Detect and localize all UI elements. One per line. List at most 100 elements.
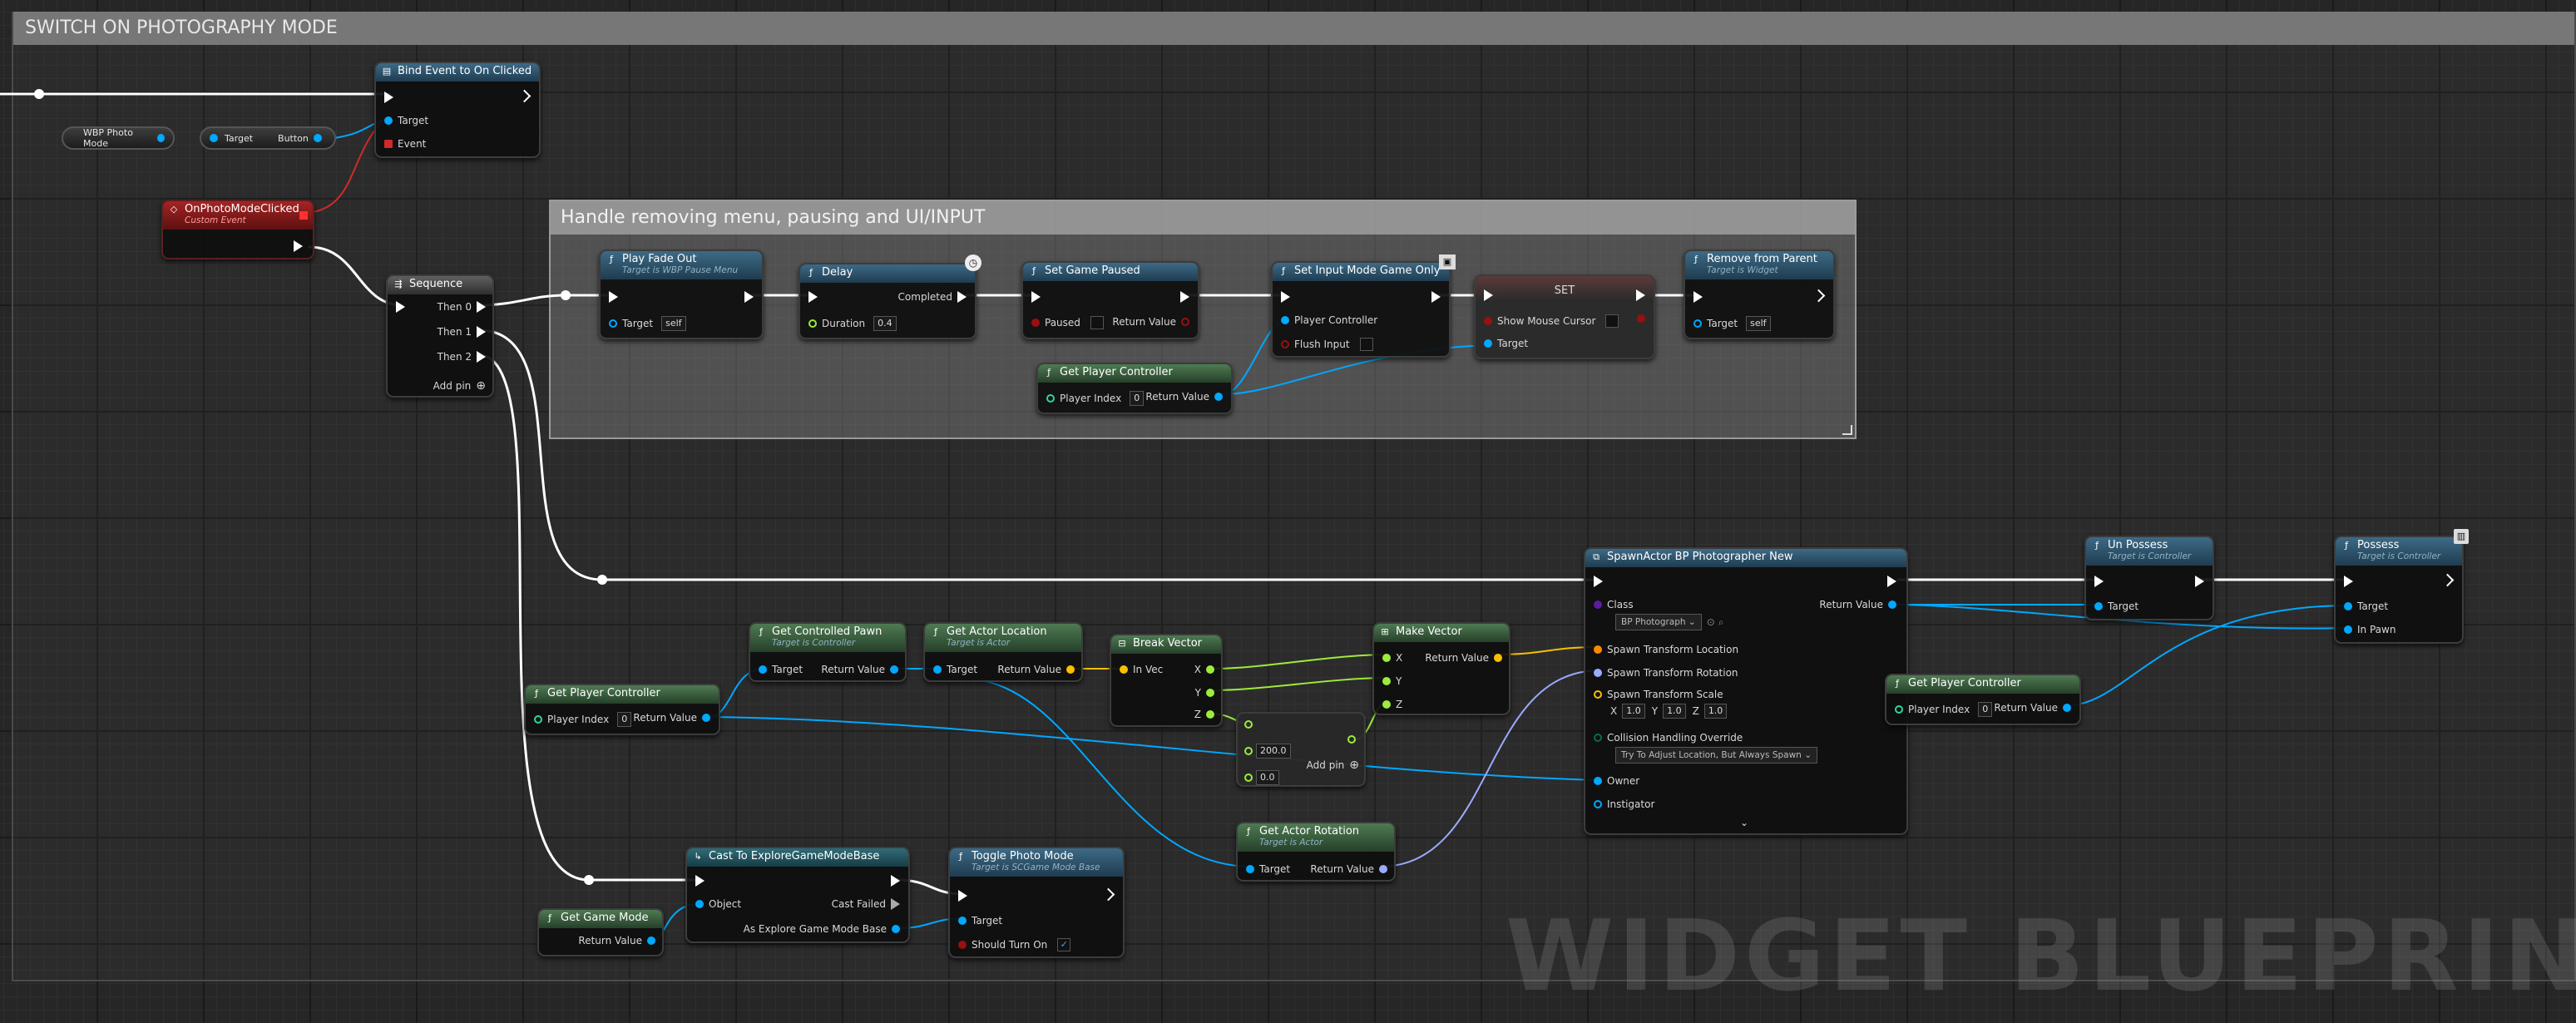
collision-dropdown[interactable]: Try To Adjust Location, But Always Spawn… (1615, 747, 1817, 764)
completed-pin[interactable] (957, 291, 967, 303)
return-value-pin[interactable] (890, 665, 898, 674)
set-show-mouse-node[interactable]: SET Show Mouse Cursor Target (1474, 274, 1655, 359)
break-vector-node[interactable]: ⊟ Break Vector In Vec X Y Z (1110, 634, 1223, 727)
then-1-pin[interactable] (477, 326, 486, 338)
resize-handle-icon[interactable] (1842, 425, 1852, 435)
should-turn-on-pin[interactable] (958, 941, 967, 949)
object-pin-icon[interactable] (210, 134, 218, 142)
y-pin[interactable] (1206, 689, 1214, 697)
owner-pin[interactable] (1594, 777, 1602, 785)
blueprint-graph-canvas[interactable]: SWITCH ON PHOTOGRAPHY MODE Handle removi… (0, 0, 2576, 1023)
self-field[interactable]: self (1746, 316, 1771, 331)
unpossess-node[interactable]: ƒ Un Possess Target is Controller Target (2084, 536, 2214, 620)
exec-in-pin[interactable] (2344, 576, 2353, 587)
exec-out-pin-icon[interactable] (517, 89, 532, 103)
then-2-pin[interactable] (477, 351, 486, 363)
target-pin[interactable] (609, 319, 617, 328)
player-controller-pin[interactable] (1281, 316, 1289, 324)
comment-title[interactable]: SWITCH ON PHOTOGRAPHY MODE (13, 12, 2574, 45)
exec-out-pin-icon[interactable] (1101, 887, 1115, 902)
get-player-controller-node[interactable]: ƒ Get Player Controller Player Index 0 Ret… (1885, 674, 2081, 725)
get-player-controller-node[interactable]: ƒ Get Player Controller Player Index 0 Ret… (1036, 363, 1233, 414)
paused-checkbox[interactable] (1090, 316, 1104, 329)
expand-chevron-icon[interactable]: ⌄ (1740, 817, 1748, 828)
exec-out-pin[interactable] (1431, 291, 1441, 303)
scale-z-field[interactable]: 1.0 (1703, 704, 1728, 719)
target-pin[interactable] (384, 116, 393, 125)
paused-pin[interactable] (1031, 319, 1040, 327)
add-pin-button[interactable]: Add pin ⊕ (428, 379, 486, 393)
return-value-pin[interactable] (1214, 393, 1223, 401)
z-pin[interactable] (1382, 700, 1391, 709)
return-value-pin[interactable] (647, 937, 655, 945)
x-pin[interactable] (1206, 665, 1214, 674)
exec-out-pin[interactable] (1636, 289, 1645, 301)
input-b-pin[interactable] (1244, 747, 1253, 755)
exec-in-pin[interactable] (609, 291, 618, 303)
collision-pin[interactable] (1594, 734, 1602, 742)
exec-in-pin[interactable] (808, 291, 818, 303)
toggle-photo-mode-node[interactable]: ƒ Toggle Photo Mode Target is SCGame Mode … (948, 847, 1125, 958)
player-index-pin[interactable] (1895, 705, 1903, 714)
play-fade-out-node[interactable]: ƒ Play Fade Out Target is WBP Pause Menu T… (599, 250, 764, 339)
input-a-pin[interactable] (1244, 720, 1253, 729)
get-player-controller-node[interactable]: ƒ Get Player Controller Player Index 0 Ret… (524, 684, 720, 735)
target-pin[interactable] (759, 665, 767, 674)
z-pin[interactable] (1206, 710, 1214, 719)
search-icon[interactable]: ⌕ (1718, 616, 1724, 629)
show-mouse-checkbox[interactable] (1605, 314, 1619, 328)
bind-event-node[interactable]: ▤ Bind Event to On Clicked Target Event (374, 62, 541, 158)
return-value-pin[interactable] (702, 714, 710, 722)
set-input-mode-node[interactable]: ƒ Set Input Mode Game Only ▣ Player Contr… (1271, 255, 1456, 358)
cast-failed-pin[interactable] (891, 898, 900, 910)
get-game-mode-node[interactable]: ƒ Get Game Mode Return Value (537, 908, 664, 956)
reroute-node[interactable] (597, 575, 607, 585)
in-vec-pin[interactable] (1120, 665, 1128, 674)
instigator-pin[interactable] (1594, 800, 1602, 808)
self-field[interactable]: self (661, 316, 686, 331)
add-float-node[interactable]: 200.0 0.0 Add pin ⊕ (1236, 712, 1366, 787)
exec-out-pin-icon[interactable] (2440, 573, 2455, 587)
output-pin[interactable] (1347, 735, 1356, 744)
get-actor-rotation-node[interactable]: ƒ Get Actor Rotation Target is Actor Targe… (1236, 822, 1396, 882)
exec-out-pin[interactable] (891, 875, 900, 887)
spawn-actor-node[interactable]: ⧉ SpawnActor BP Photographer New Class BP… (1584, 547, 1908, 835)
exec-out-pin[interactable] (2195, 576, 2204, 587)
target-pin[interactable] (2094, 602, 2103, 610)
exec-in-pin[interactable] (1693, 291, 1703, 303)
return-value-pin[interactable] (1066, 665, 1075, 674)
return-value-pin[interactable] (1494, 654, 1502, 662)
sequence-node[interactable]: ⇶ Sequence Then 0 Then 1 Then 2 Add pin ⊕ (386, 274, 494, 398)
target-pin[interactable] (1246, 865, 1254, 873)
reroute-node[interactable] (561, 290, 571, 300)
cast-to-gamemode-node[interactable]: ↳ Cast To ExploreGameModeBase Object Cast… (685, 847, 910, 943)
spawn-location-pin[interactable] (1594, 645, 1602, 654)
show-mouse-pin[interactable] (1484, 317, 1492, 325)
target-pin[interactable] (2344, 602, 2352, 610)
target-pin[interactable] (1484, 339, 1492, 348)
target-pin[interactable] (958, 917, 967, 925)
exec-out-pin[interactable] (1887, 576, 1896, 587)
in-pawn-pin[interactable] (2344, 625, 2352, 634)
exec-in-pin[interactable] (1594, 576, 1603, 587)
get-controlled-pawn-node[interactable]: ƒ Get Controlled Pawn Target is Controller… (749, 622, 907, 682)
duration-field[interactable]: 0.4 (873, 316, 897, 331)
add-pin-button[interactable]: Add pin ⊕ (1302, 759, 1359, 772)
photo-mode-variable-node[interactable]: WBP Photo Mode (62, 126, 175, 150)
target-pin[interactable] (933, 665, 942, 674)
event-pin[interactable] (384, 140, 393, 148)
set-game-paused-node[interactable]: ƒ Set Game Paused Paused Return Value (1021, 261, 1199, 339)
spawn-rotation-pin[interactable] (1594, 669, 1602, 677)
remove-from-parent-node[interactable]: ƒ Remove from Parent Target is Widget Targ… (1684, 250, 1835, 339)
object-pin-icon[interactable] (157, 134, 165, 142)
exec-out-pin[interactable] (744, 291, 754, 303)
object-pin-icon[interactable] (313, 134, 322, 142)
delegate-pin[interactable] (299, 211, 308, 220)
return-value-pin[interactable] (1888, 600, 1896, 609)
exec-in-pin[interactable] (2094, 576, 2104, 587)
player-index-pin[interactable] (534, 715, 542, 724)
comment-title[interactable]: Handle removing menu, pausing and UI/INP… (551, 201, 1855, 235)
flush-input-pin[interactable] (1281, 340, 1289, 348)
exec-in-pin[interactable] (1281, 291, 1290, 303)
scale-x-field[interactable]: 1.0 (1622, 704, 1645, 719)
